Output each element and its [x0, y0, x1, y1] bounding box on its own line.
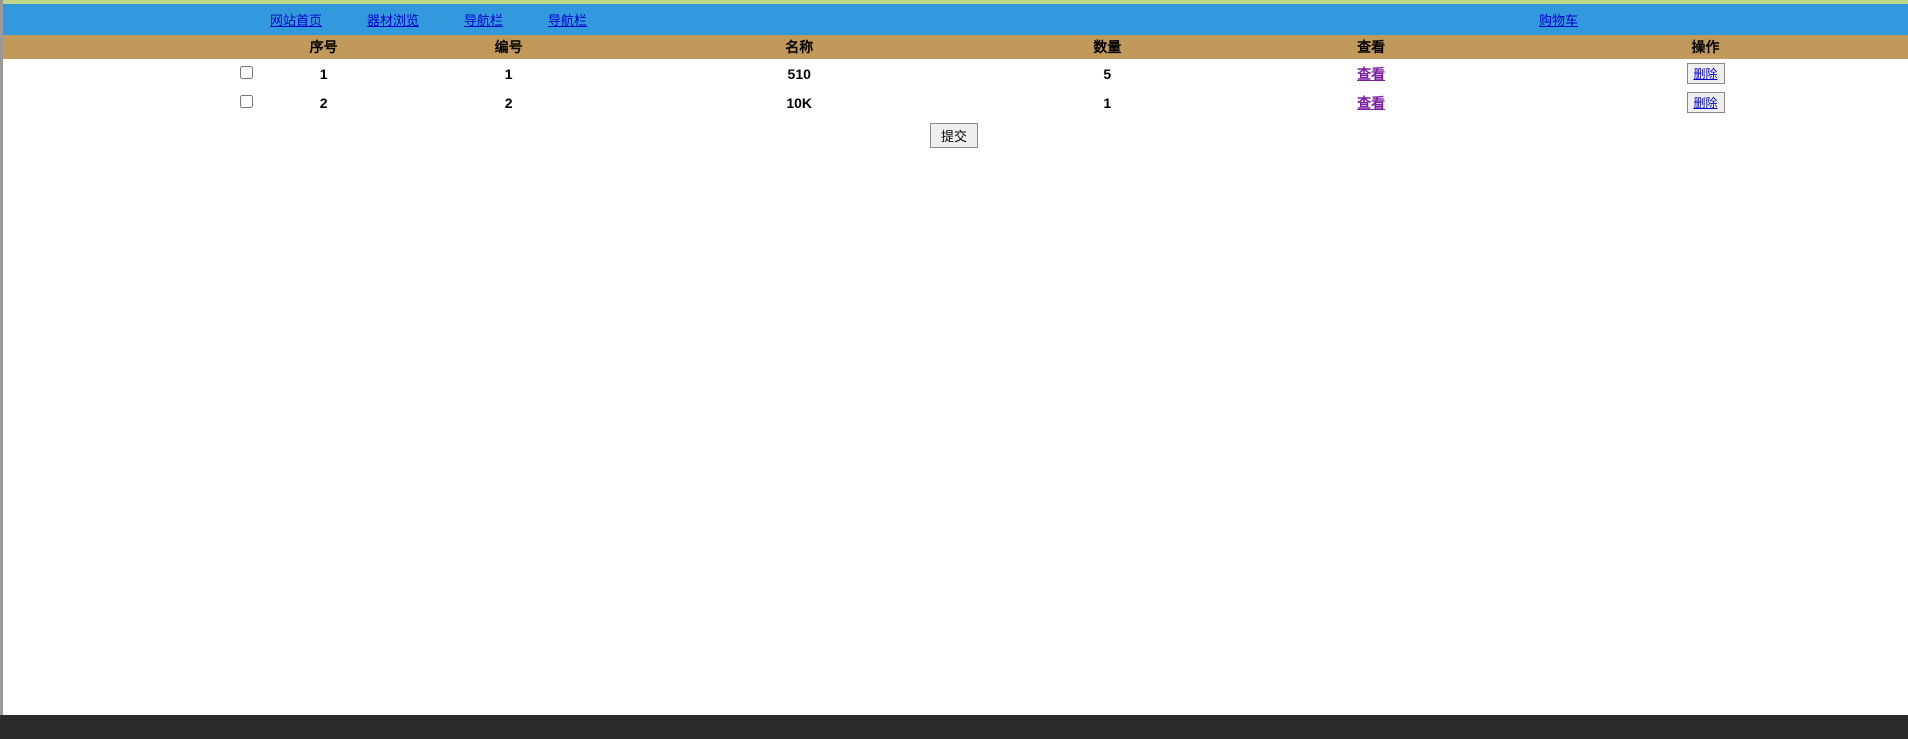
cell-name: 10K — [623, 88, 975, 117]
left-border — [0, 0, 3, 739]
row-checkbox[interactable] — [240, 66, 253, 79]
cell-name: 510 — [623, 59, 975, 88]
nav-right: 购物车 — [1539, 10, 1578, 29]
th-qty: 数量 — [975, 35, 1239, 59]
th-seq: 序号 — [253, 35, 394, 59]
table-row: 1 1 510 5 查看 删除 — [0, 59, 1908, 88]
th-id: 编号 — [394, 35, 623, 59]
nav-browse-link[interactable]: 器材浏览 — [367, 10, 419, 29]
delete-button[interactable]: 删除 — [1687, 92, 1725, 113]
view-link[interactable]: 查看 — [1357, 66, 1385, 82]
table-container: 序号 编号 名称 数量 查看 操作 1 1 510 5 查看 删除 2 2 — [0, 35, 1908, 154]
delete-button[interactable]: 删除 — [1687, 63, 1725, 84]
footer — [0, 715, 1908, 739]
th-checkbox — [0, 35, 253, 59]
nav-link-4[interactable]: 导航栏 — [548, 10, 587, 29]
submit-row: 提交 — [0, 117, 1908, 154]
cell-id: 2 — [394, 88, 623, 117]
nav-cart-link[interactable]: 购物车 — [1539, 10, 1578, 29]
table-header-row: 序号 编号 名称 数量 查看 操作 — [0, 35, 1908, 59]
view-link[interactable]: 查看 — [1357, 95, 1385, 111]
cell-qty: 1 — [975, 88, 1239, 117]
th-view: 查看 — [1239, 35, 1503, 59]
nav-inner: 网站首页 器材浏览 导航栏 导航栏 购物车 — [0, 10, 1908, 29]
submit-button[interactable]: 提交 — [930, 123, 978, 148]
th-op: 操作 — [1503, 35, 1908, 59]
table-row: 2 2 10K 1 查看 删除 — [0, 88, 1908, 117]
nav-left: 网站首页 器材浏览 导航栏 导航栏 — [270, 10, 587, 29]
nav-link-3[interactable]: 导航栏 — [464, 10, 503, 29]
row-checkbox[interactable] — [240, 95, 253, 108]
cell-id: 1 — [394, 59, 623, 88]
cell-seq: 2 — [253, 88, 394, 117]
nav-home-link[interactable]: 网站首页 — [270, 10, 322, 29]
cell-seq: 1 — [253, 59, 394, 88]
nav-bar: 网站首页 器材浏览 导航栏 导航栏 购物车 — [0, 4, 1908, 35]
th-name: 名称 — [623, 35, 975, 59]
cell-qty: 5 — [975, 59, 1239, 88]
cart-table: 序号 编号 名称 数量 查看 操作 1 1 510 5 查看 删除 2 2 — [0, 35, 1908, 117]
